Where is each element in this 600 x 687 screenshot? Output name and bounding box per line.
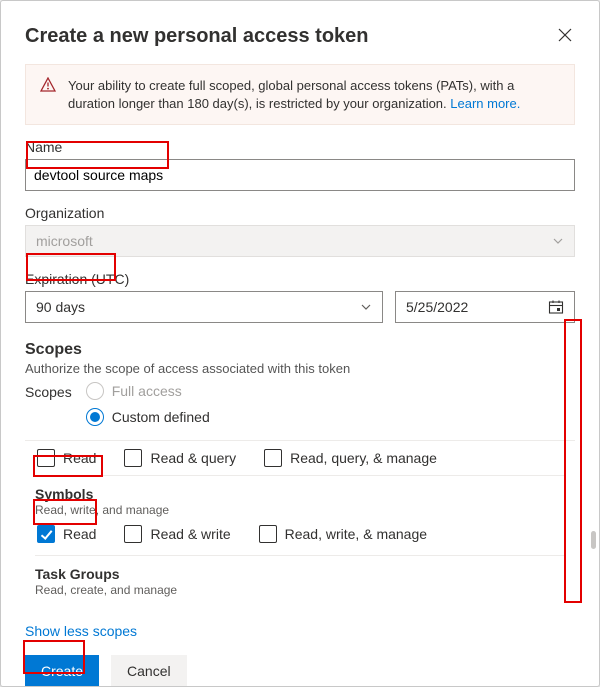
check-symbols-read-write-manage[interactable]: Read, write, & manage (259, 525, 427, 543)
organization-label: Organization (25, 205, 575, 221)
radio-full-access: Full access (86, 382, 210, 400)
expiration-date-input[interactable]: 5/25/2022 (395, 291, 575, 323)
check-generic-read[interactable]: Read (37, 449, 96, 467)
scope-symbols-desc: Read, write, and manage (35, 503, 565, 517)
scope-task-groups-title: Task Groups (35, 566, 565, 582)
banner-text: Your ability to create full scoped, glob… (68, 77, 560, 112)
radio-custom-defined[interactable]: Custom defined (86, 408, 210, 426)
check-symbols-read[interactable]: Read (37, 525, 96, 543)
check-generic-read-query-manage[interactable]: Read, query, & manage (264, 449, 437, 467)
organization-select: microsoft (25, 225, 575, 257)
pat-modal: Create a new personal access token Your … (0, 0, 600, 687)
chevron-down-icon (360, 301, 372, 313)
expiration-label: Expiration (UTC) (25, 271, 575, 287)
expiration-select[interactable]: 90 days (25, 291, 383, 323)
chevron-down-icon (552, 235, 564, 247)
scope-task-groups-desc: Read, create, and manage (35, 583, 565, 597)
organization-value: microsoft (36, 233, 93, 249)
create-button[interactable]: Create (25, 655, 99, 687)
name-input[interactable] (25, 159, 575, 191)
calendar-icon (548, 299, 564, 315)
close-icon (558, 28, 572, 42)
radio-icon (86, 408, 104, 426)
radio-icon (86, 382, 104, 400)
scope-list: Read Read & query Read, query, & manage … (25, 440, 575, 609)
name-label: Name (25, 139, 575, 155)
expiration-date-value: 5/25/2022 (406, 299, 468, 315)
scrollbar-thumb[interactable] (591, 531, 596, 549)
scopes-heading: Scopes (25, 341, 575, 359)
modal-title: Create a new personal access token (25, 25, 369, 48)
close-button[interactable] (555, 25, 575, 45)
restriction-banner: Your ability to create full scoped, glob… (25, 64, 575, 125)
expiration-value: 90 days (36, 299, 85, 315)
scope-symbols-title: Symbols (35, 486, 565, 502)
check-symbols-read-write[interactable]: Read & write (124, 525, 230, 543)
scopes-subheading: Authorize the scope of access associated… (25, 361, 575, 376)
learn-more-link[interactable]: Learn more. (450, 96, 520, 111)
check-generic-read-query[interactable]: Read & query (124, 449, 236, 467)
warning-icon (40, 77, 56, 112)
scope-mode-label: Scopes (25, 382, 72, 400)
show-less-scopes-link[interactable]: Show less scopes (25, 623, 137, 639)
cancel-button[interactable]: Cancel (111, 655, 187, 687)
